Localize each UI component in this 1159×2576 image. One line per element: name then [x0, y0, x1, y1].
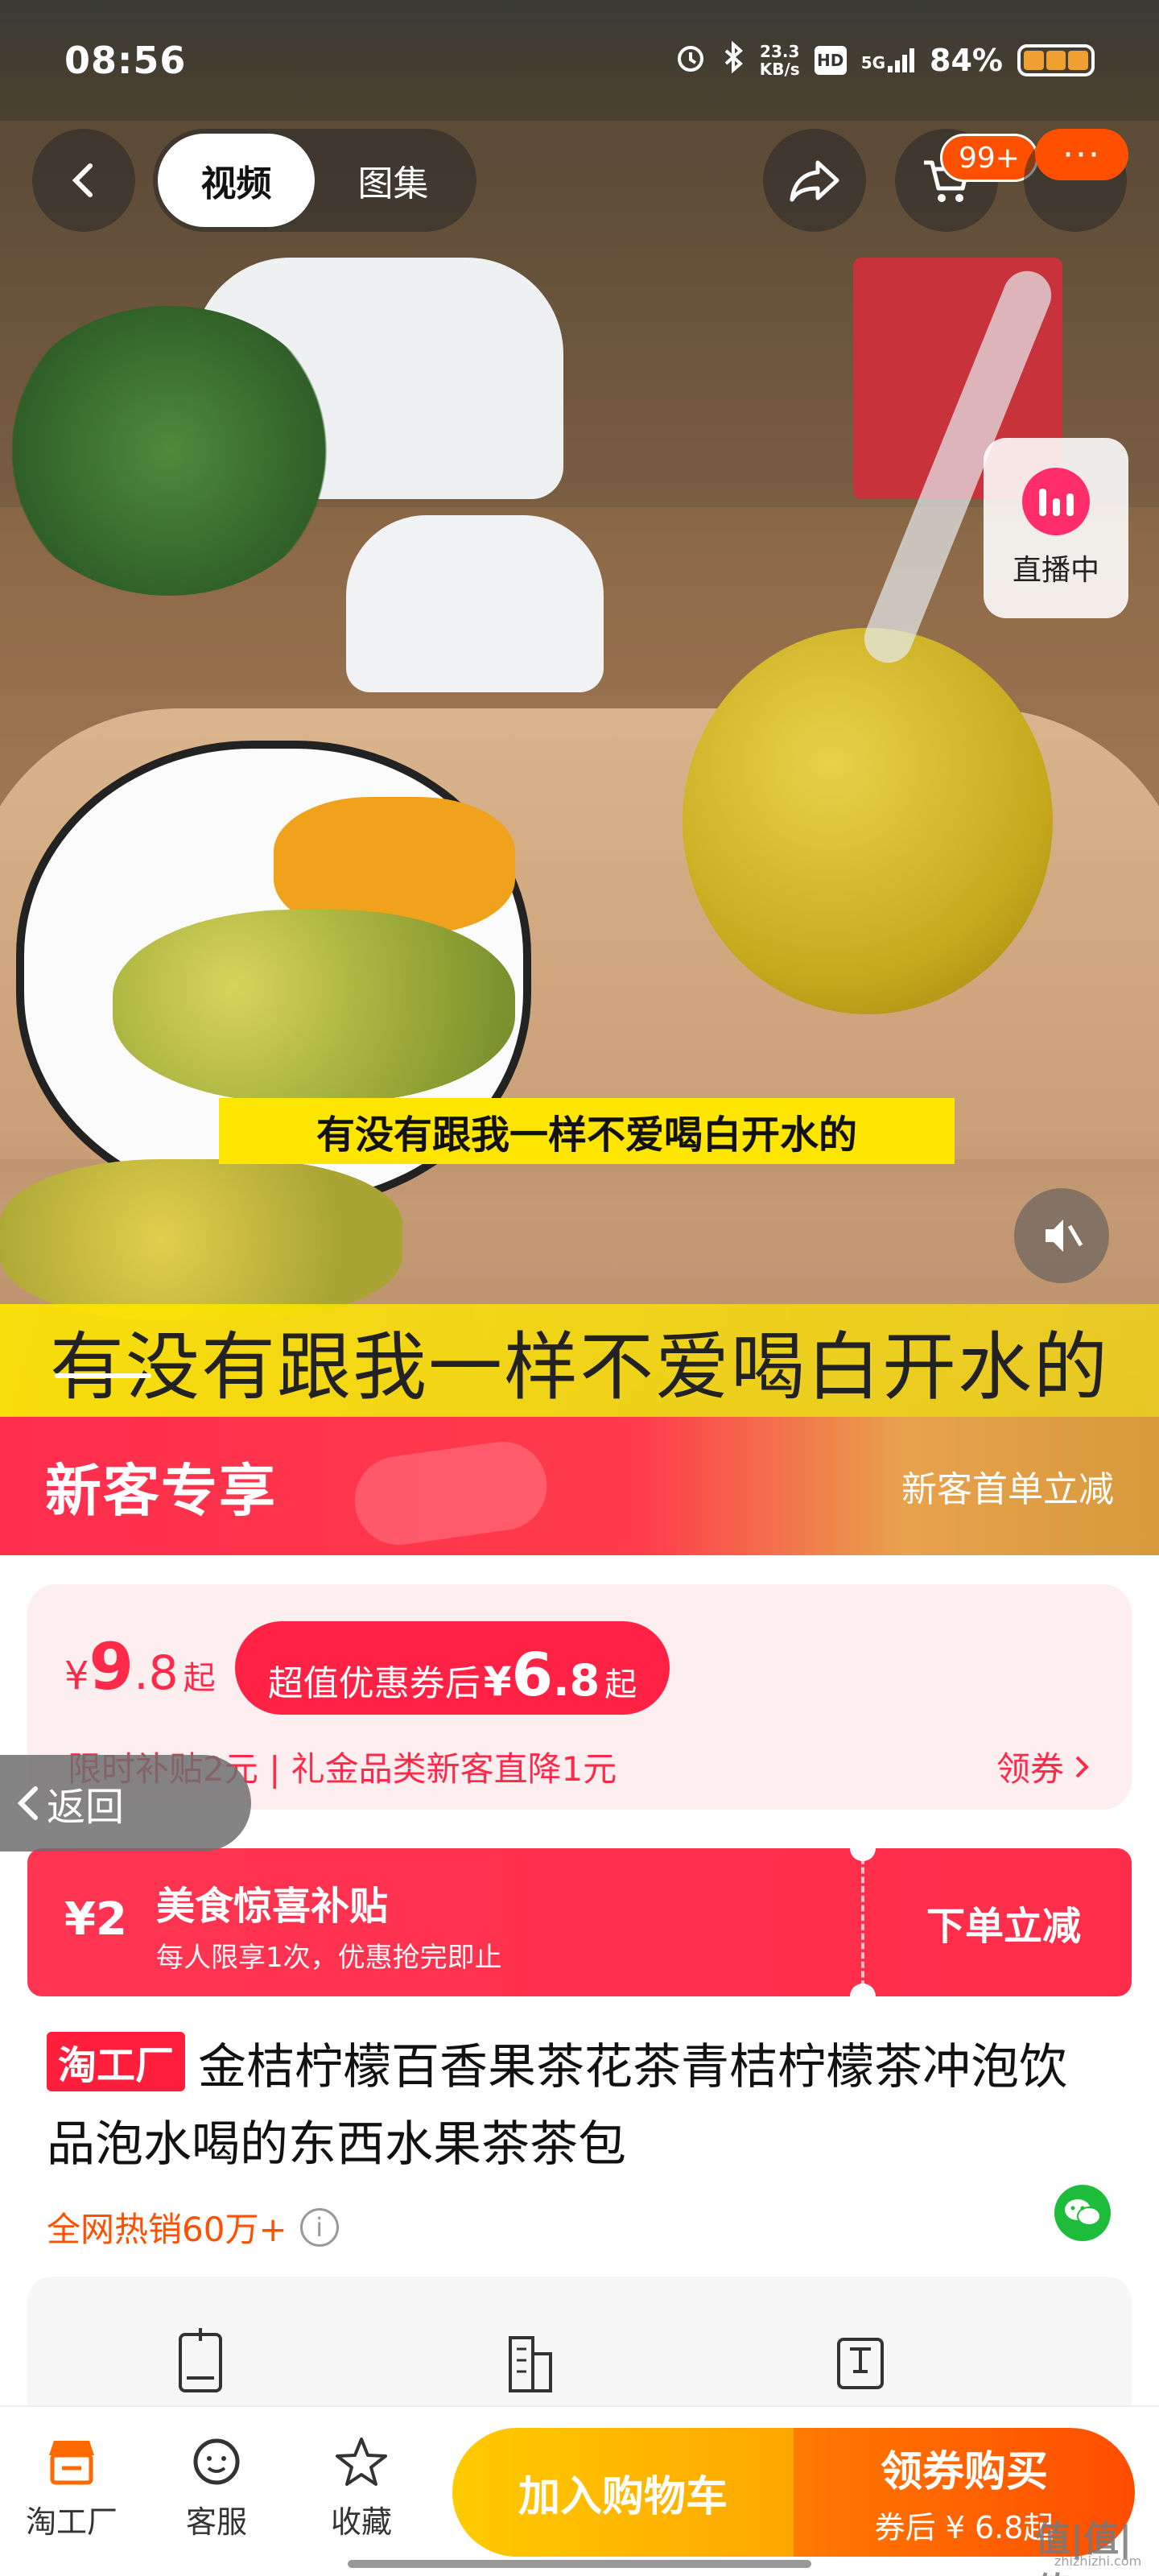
banner-decoration: [349, 1435, 553, 1551]
bottom-item-shop-label: 淘工厂: [25, 2504, 118, 2540]
buy-main-label: 领券购买: [880, 2448, 1048, 2496]
more-icon[interactable]: ···: [1035, 129, 1128, 180]
watermark-url: zhizhizhi.com: [1054, 2553, 1142, 2569]
video-caption-small: 有没有跟我一样不爱喝白开水的: [219, 1098, 955, 1164]
coupon-price-integer: 6: [511, 1641, 554, 1710]
get-coupon-link[interactable]: 领券: [996, 1742, 1091, 1791]
subsidy-action[interactable]: 下单立减: [876, 1848, 1132, 1996]
mute-icon: [1046, 1220, 1083, 1252]
info-icon[interactable]: i: [299, 2207, 339, 2247]
back-button[interactable]: [32, 129, 135, 232]
video-cup-lower: [346, 515, 604, 692]
coupon-price-decimal: .8: [553, 1655, 600, 1706]
coupon-divider: [861, 1848, 864, 1996]
bottom-item-favorite[interactable]: 收藏: [301, 2436, 422, 2541]
chevron-left-icon: [17, 1786, 38, 1820]
net-speed-unit: KB/s: [759, 60, 800, 79]
coupon-notch-top: [850, 1848, 876, 1861]
hd-badge: HD: [814, 46, 847, 75]
mute-button[interactable]: [1014, 1188, 1109, 1283]
price-decimal: .8: [134, 1645, 179, 1700]
coupon-price-label: 超值优惠券后: [267, 1663, 481, 1704]
bottom-item-service-label: 客服: [185, 2504, 247, 2540]
share-button[interactable]: [763, 129, 866, 232]
net-speed: 23.3 KB/s: [760, 43, 800, 78]
live-entry[interactable]: 直播中: [984, 438, 1128, 618]
video-spoon-drink: [683, 628, 1053, 1014]
coupon-price-currency: ¥: [483, 1658, 512, 1705]
subsidy-amount: ¥2: [64, 1893, 127, 1946]
video-leaves: [0, 306, 338, 596]
alarm-icon: [674, 41, 707, 80]
bottom-item-shop[interactable]: 淘工厂: [11, 2436, 132, 2541]
tab-video[interactable]: 视频: [158, 134, 315, 227]
price-integer: 9: [89, 1629, 134, 1704]
new-customer-subtitle: 新客首单立减: [901, 1469, 1114, 1510]
price-suffix: 起: [183, 1660, 216, 1697]
subsidy-coupon[interactable]: ¥2 美食惊喜补贴 每人限享1次，优惠抢完即止 下单立减: [27, 1848, 1132, 1996]
status-time: 08:56: [64, 39, 187, 82]
network-signal: 5G: [861, 48, 915, 72]
shop-icon: [49, 2441, 94, 2485]
product-info: ¥ 9 .8 起 超值优惠券后 ¥ 6 .8 起 限时补贴2元 | 礼金品类新客…: [0, 1555, 1159, 2438]
product-title: 淘工厂 金桔柠檬百香果茶花茶青桔柠檬茶冲泡饮品泡水喝的东西水果茶茶包: [47, 2029, 1109, 2183]
wechat-share-icon[interactable]: [1054, 2185, 1111, 2241]
product-title-text: 金桔柠檬百香果茶花茶青桔柠檬茶冲泡饮品泡水喝的东西水果茶茶包: [47, 2039, 1068, 2173]
add-to-cart-button[interactable]: 加入购物车: [452, 2428, 794, 2557]
status-icons: 23.3 KB/s HD 5G 84%: [674, 40, 1095, 80]
network-type: 5G: [860, 53, 886, 72]
chevron-left-icon: [72, 163, 93, 197]
coupon-price-suffix: 起: [604, 1666, 637, 1703]
star-icon: [336, 2438, 387, 2486]
floating-back-label: 返回: [47, 1785, 125, 1830]
floating-back-button[interactable]: 返回: [0, 1755, 251, 1852]
top-nav: 视频 图集 99+ ···: [0, 129, 1159, 233]
video-kumquat-pile: [113, 910, 515, 1103]
video-caption-large: 有没有跟我一样不爱喝白开水的: [0, 1304, 1159, 1417]
live-icon: [1022, 468, 1090, 535]
home-indicator[interactable]: [348, 2560, 811, 2568]
chevron-right-icon: [1075, 1756, 1089, 1777]
subsidy-title: 美食惊喜补贴: [156, 1884, 389, 1929]
net-speed-value: 23.3: [760, 42, 800, 61]
battery-icon: [1017, 44, 1095, 76]
new-customer-title: 新客专享: [45, 1457, 277, 1524]
bottom-item-favorite-label: 收藏: [330, 2504, 392, 2540]
get-coupon-label: 领券: [996, 1749, 1064, 1789]
bottom-item-service[interactable]: 客服: [156, 2436, 277, 2541]
status-bar: 08:56 23.3 KB/s HD 5G 84%: [0, 0, 1159, 121]
package-icon: [179, 2328, 222, 2392]
buy-sub-label: 券后 ¥ 6.8起: [874, 2510, 1054, 2545]
video-lower-kumquats: [0, 1159, 402, 1320]
live-label: 直播中: [1012, 554, 1099, 587]
product-video[interactable]: 08:56 23.3 KB/s HD 5G 84% 视频 图集 99+ ··· …: [0, 0, 1159, 1417]
customer-service-icon: [193, 2438, 240, 2485]
brewing-icon: [837, 2338, 884, 2389]
battery-percent: 84%: [930, 43, 1003, 78]
brand-tag: 淘工厂: [47, 2032, 186, 2091]
tab-gallery[interactable]: 图集: [315, 134, 472, 227]
subsidy-description: 每人限享1次，优惠抢完即止: [156, 1942, 502, 1974]
media-tabs: 视频 图集: [153, 129, 476, 232]
coupon-price-pill[interactable]: 超值优惠券后 ¥ 6 .8 起: [235, 1621, 670, 1715]
bottom-bar: 淘工厂 客服 收藏 加入购物车 领券购买 券后 ¥ 6.8起: [0, 2405, 1159, 2576]
hot-sales-text: 全网热销60万+: [47, 2210, 287, 2249]
video-progress[interactable]: [55, 1373, 151, 1378]
hot-sales: 全网热销60万+ i: [47, 2202, 339, 2252]
signal-icon: [888, 48, 915, 72]
factory-icon: [509, 2336, 552, 2392]
price-currency: ¥: [64, 1653, 89, 1699]
new-customer-banner[interactable]: 新客专享 新客首单立减: [0, 1417, 1159, 1555]
price: ¥ 9 .8 起: [64, 1629, 216, 1704]
share-icon: [790, 160, 839, 202]
coupon-notch-bottom: [850, 1984, 876, 1996]
bluetooth-icon: [721, 40, 745, 80]
